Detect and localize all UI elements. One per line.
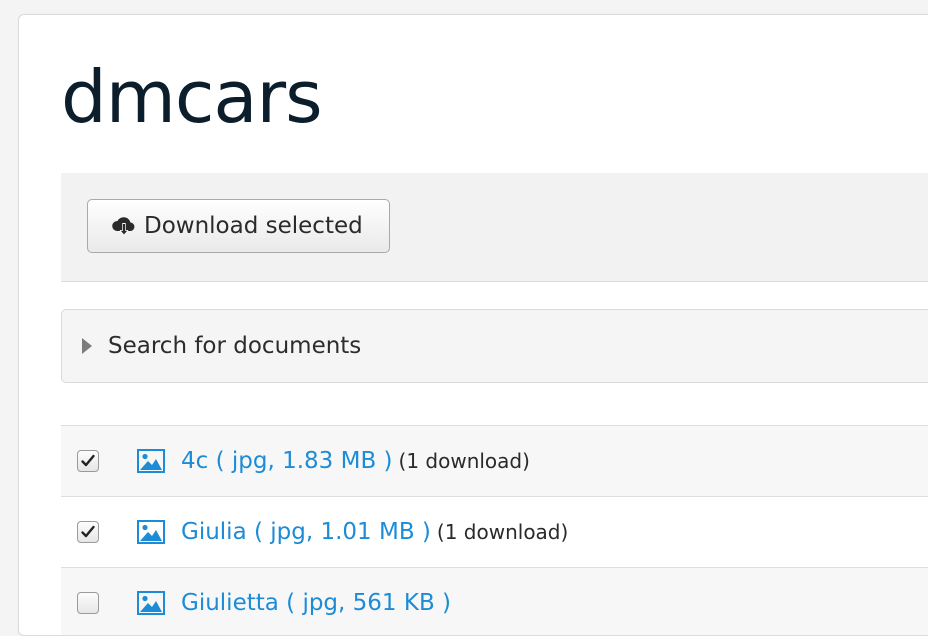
download-count: (1 download) [398,449,530,473]
document-checkbox[interactable] [77,450,99,472]
image-icon [137,591,165,615]
toolbar: Download selected [61,173,928,282]
document-link[interactable]: Giulietta ( jpg, 561 KB ) [181,590,451,616]
document-link[interactable]: Giulia ( jpg, 1.01 MB ) [181,519,431,545]
download-selected-button[interactable]: Download selected [87,199,390,253]
image-icon [137,449,165,473]
cloud-download-icon [110,212,138,240]
document-link[interactable]: 4c ( jpg, 1.83 MB ) [181,448,393,474]
checkmark-icon [81,454,95,467]
search-label: Search for documents [108,333,362,359]
image-icon [137,520,165,544]
content-panel: dmcars Download selected Search for docu… [18,14,928,636]
search-toggle[interactable]: Search for documents [61,309,928,383]
page-title: dmcars [61,55,323,139]
document-checkbox[interactable] [77,521,99,543]
document-list: 4c ( jpg, 1.83 MB ) (1 download) Giulia … [61,425,928,635]
document-row: Giulietta ( jpg, 561 KB ) [61,567,928,635]
caret-right-icon [82,338,92,354]
document-checkbox[interactable] [77,592,99,614]
download-count: (1 download) [436,520,569,544]
document-row: 4c ( jpg, 1.83 MB ) (1 download) [61,425,928,496]
document-row: Giulia ( jpg, 1.01 MB ) (1 download) [61,496,928,567]
checkmark-icon [81,525,95,538]
download-selected-label: Download selected [144,213,363,239]
